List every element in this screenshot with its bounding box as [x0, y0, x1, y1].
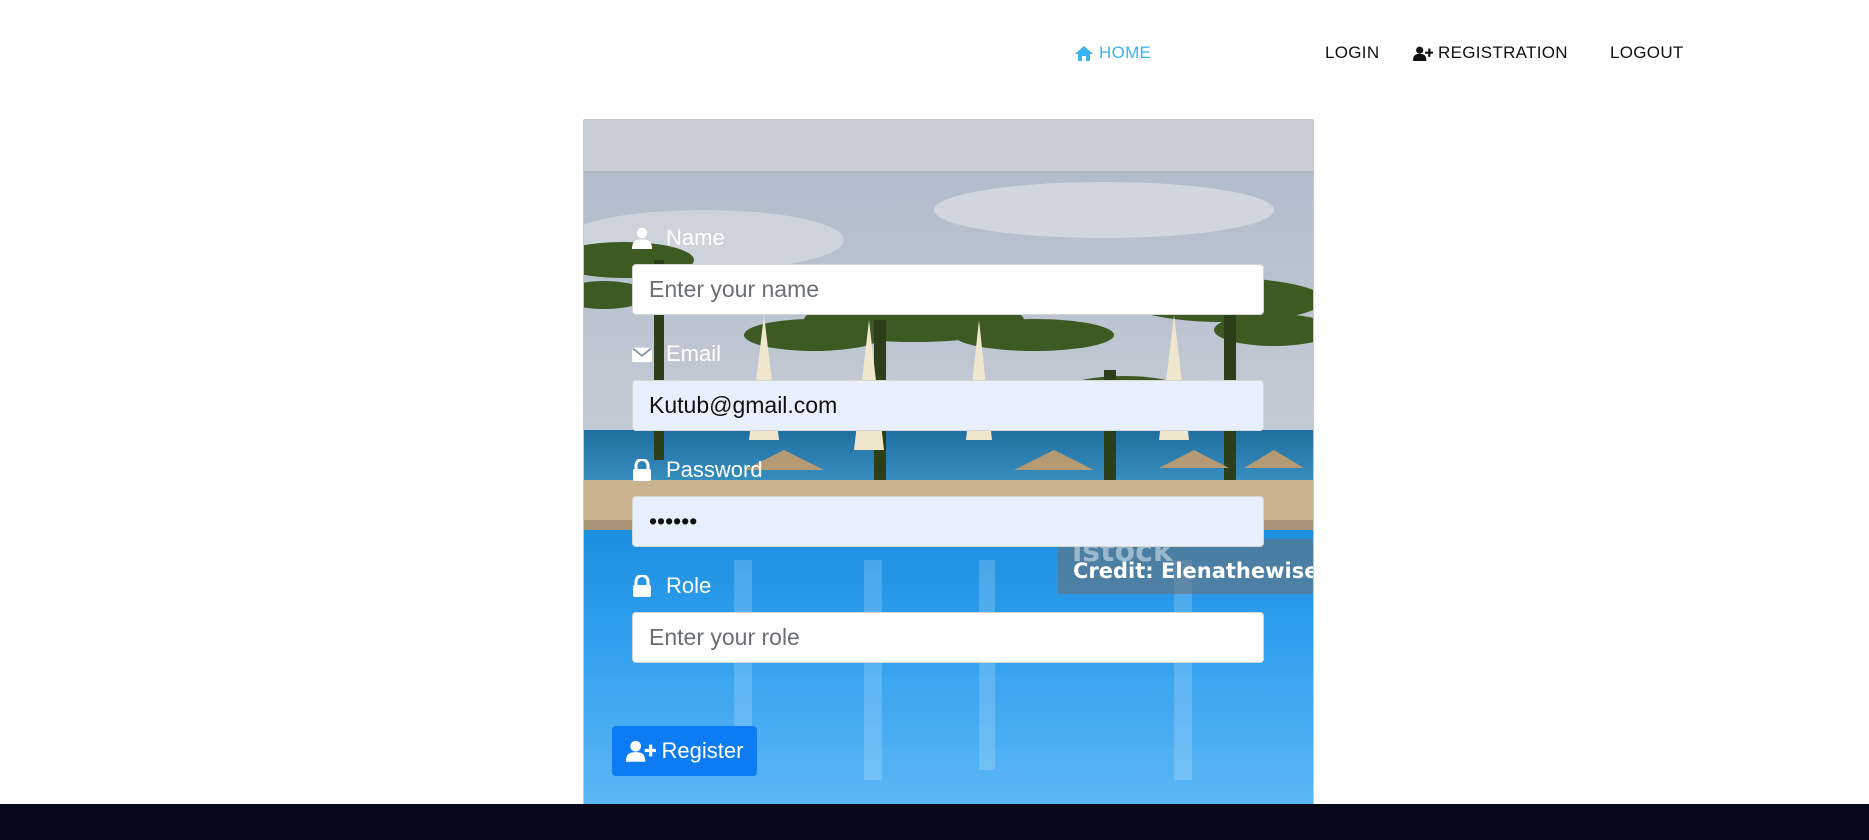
email-input[interactable]: [632, 380, 1264, 431]
password-label-text: Password: [666, 457, 763, 482]
lock-icon: [633, 459, 651, 481]
email-label: Email: [632, 341, 721, 367]
name-input[interactable]: [632, 264, 1264, 315]
nav-logout-label: LOGOUT: [1610, 43, 1684, 62]
nav-registration-link[interactable]: REGISTRATION: [1413, 43, 1568, 63]
footer-bar: [0, 804, 1869, 840]
nav-login-label: LOGIN: [1325, 43, 1380, 62]
user-plus-icon: [625, 740, 656, 762]
nav-home-label: HOME: [1099, 43, 1152, 62]
home-icon: [1075, 45, 1093, 61]
role-label-text: Role: [666, 573, 712, 598]
password-input[interactable]: [632, 496, 1264, 547]
user-icon: [632, 227, 652, 249]
top-navbar: HOME LOGIN REGISTRATION LOGOUT: [0, 0, 1869, 107]
password-label: Password: [632, 457, 763, 483]
name-label: Name: [632, 225, 725, 251]
registration-card: istock Credit: Elenathewise Name Email P…: [583, 119, 1314, 805]
nav-login-link[interactable]: LOGIN: [1325, 43, 1379, 63]
nav-logout-link[interactable]: LOGOUT: [1610, 43, 1684, 63]
role-label: Role: [632, 573, 711, 599]
register-button[interactable]: Register: [612, 726, 757, 776]
watermark-credit: Credit: Elenathewise: [1073, 559, 1314, 583]
photo-credit-watermark: istock Credit: Elenathewise: [1058, 534, 1314, 594]
register-button-label: Register: [661, 738, 744, 763]
role-input[interactable]: [632, 612, 1264, 663]
name-label-text: Name: [666, 225, 725, 250]
user-plus-icon: [1413, 46, 1433, 61]
email-label-text: Email: [666, 341, 722, 366]
nav-home-link[interactable]: HOME: [1074, 43, 1151, 63]
nav-registration-label: REGISTRATION: [1438, 43, 1568, 62]
envelope-icon: [632, 347, 652, 363]
lock-icon: [633, 575, 651, 597]
